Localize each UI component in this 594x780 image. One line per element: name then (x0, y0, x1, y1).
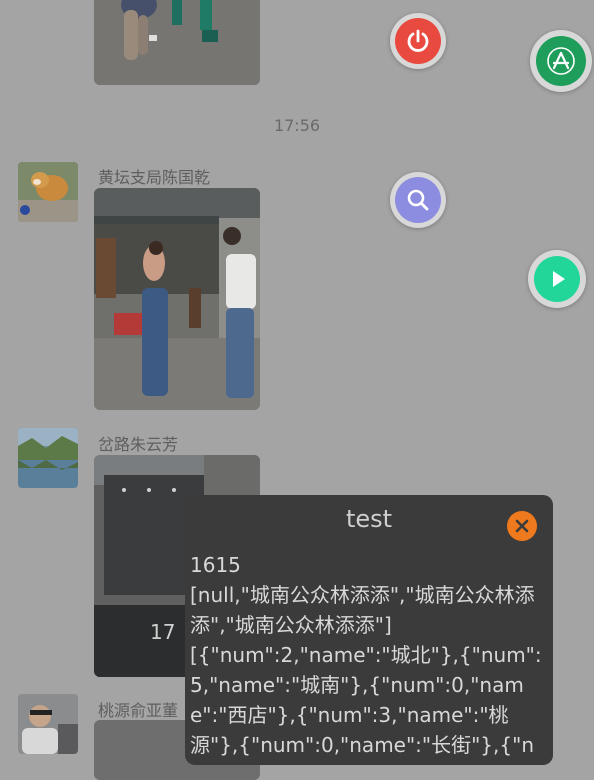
sender-name: 桃源俞亚董 (98, 701, 179, 720)
app-store-button[interactable] (530, 30, 592, 92)
sender-name: 岔路朱云芳 (98, 435, 179, 454)
avatar-image-dog (18, 162, 78, 222)
video-thumbnail-top[interactable] (94, 0, 260, 85)
dialog-line: [null,"城南公众林添添","城南公众林添添","城南公众林添添"] (190, 583, 535, 637)
video-overlay-text: 17 (150, 620, 176, 644)
avatar[interactable] (18, 428, 78, 488)
dialog-line: 1615 (190, 553, 241, 577)
app-store-icon (547, 47, 575, 75)
dialog-close-button[interactable] (507, 511, 537, 541)
avatar-image-lake (18, 428, 78, 488)
power-icon (407, 29, 429, 52)
play-icon (553, 271, 565, 287)
play-button[interactable] (528, 250, 586, 308)
video-thumbnail[interactable] (94, 188, 260, 410)
avatar[interactable] (18, 162, 78, 222)
debug-dialog: test 1615 [null,"城南公众林添添","城南公众林添添","城南公… (185, 495, 553, 765)
message-timestamp: 17:56 (273, 116, 321, 135)
video-thumbnail-image (94, 188, 260, 410)
close-icon (515, 519, 529, 533)
dialog-body: 1615 [null,"城南公众林添添","城南公众林添添","城南公众林添添"… (190, 550, 545, 765)
avatar[interactable] (18, 694, 78, 754)
video-thumbnail-top-image (94, 0, 260, 85)
search-icon (407, 189, 429, 211)
power-button[interactable] (390, 13, 446, 69)
sender-name: 黄坛支局陈国乾 (98, 168, 211, 187)
dialog-line: [{"num":2,"name":"城北"},{"num":5,"name":"… (190, 643, 542, 765)
avatar-image-person (18, 694, 78, 754)
search-button[interactable] (390, 172, 446, 228)
dialog-title: test (345, 505, 393, 533)
